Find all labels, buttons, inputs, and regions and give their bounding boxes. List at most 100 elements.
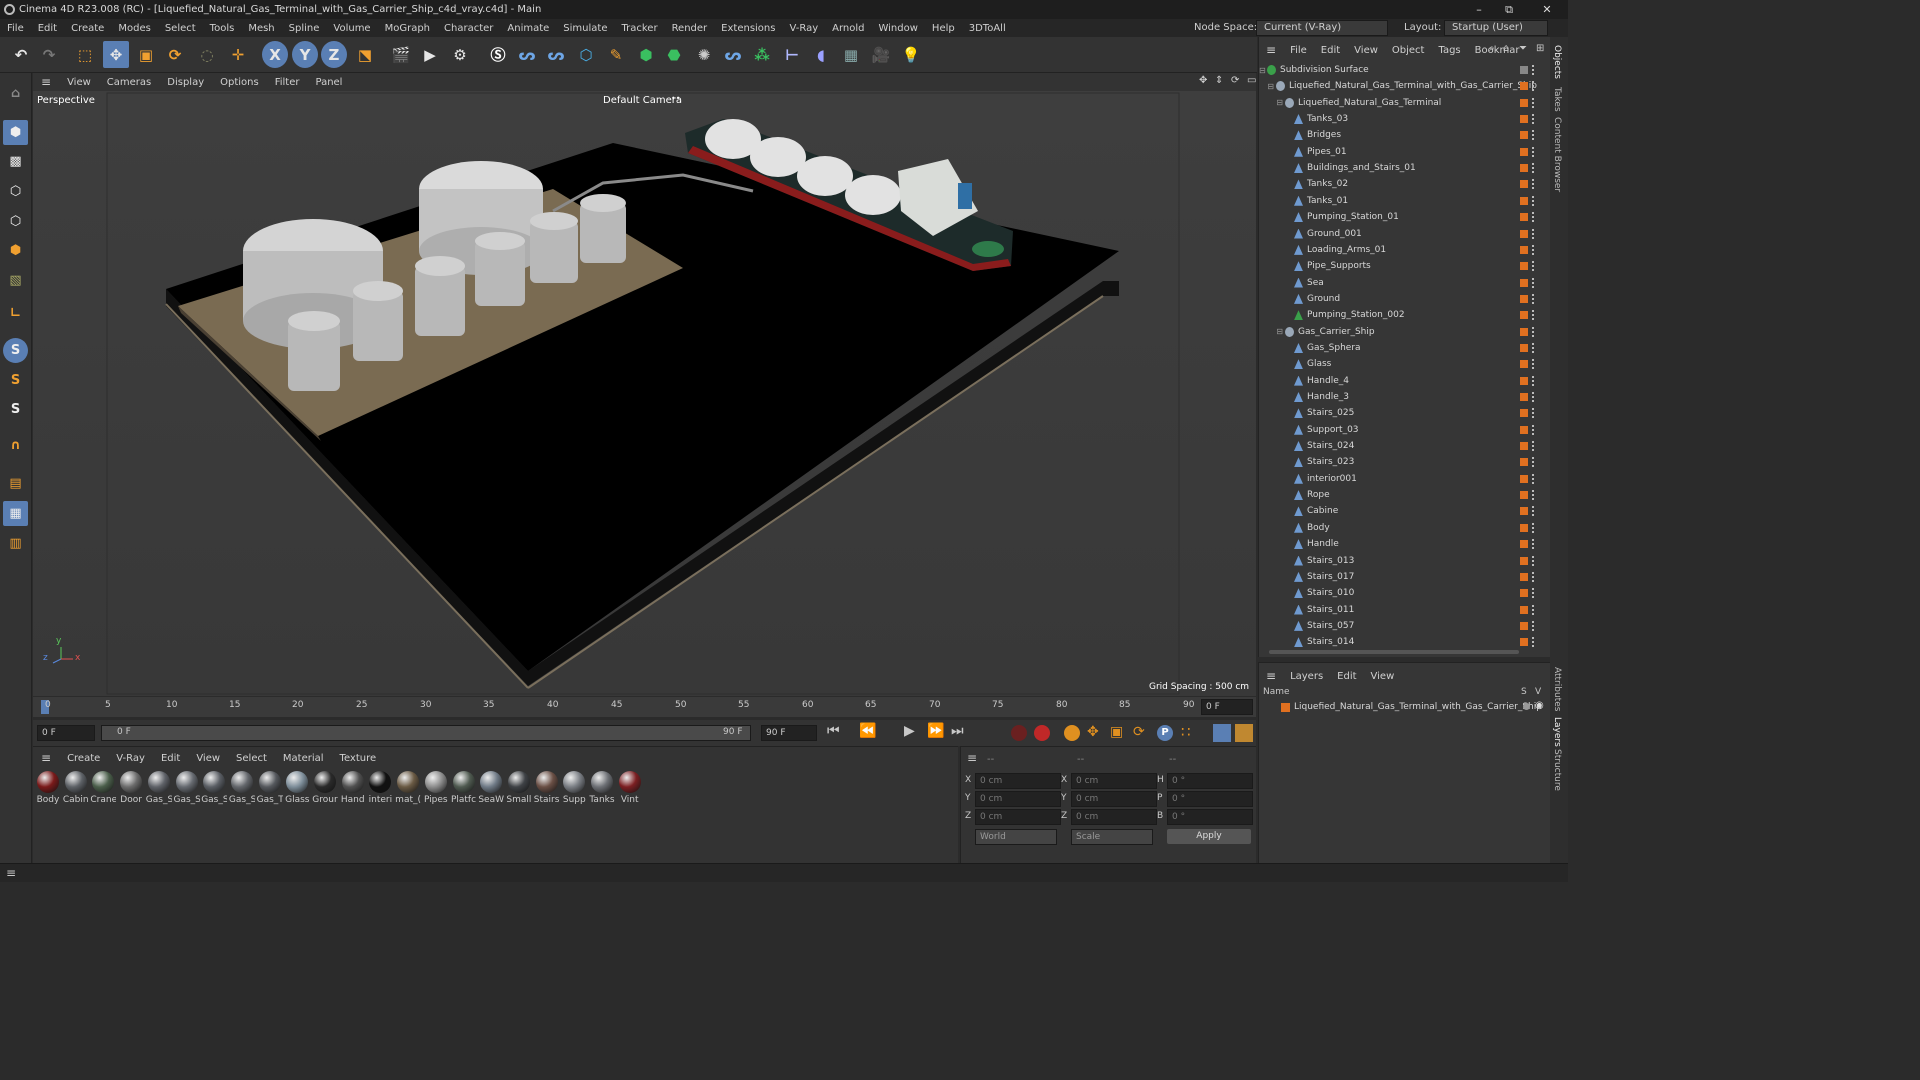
visibility-toggle-icon[interactable]: [1532, 637, 1535, 648]
material-swatch[interactable]: Gas_S: [229, 771, 255, 805]
object-row[interactable]: ⊟ Liquefied_Natural_Gas_Terminal_with_Gas…: [1259, 78, 1537, 94]
coord-rotation-field[interactable]: 0 °: [1167, 791, 1253, 807]
current-frame-field[interactable]: 0 F: [37, 725, 95, 741]
object-home-icon[interactable]: ⌂: [1503, 43, 1509, 54]
menu-create[interactable]: Create: [64, 23, 111, 34]
tab-attributes[interactable]: Attributes: [1552, 667, 1562, 711]
visibility-toggle-icon[interactable]: [1532, 457, 1535, 468]
cube-icon[interactable]: ⬡: [573, 41, 599, 68]
material-tag-icon[interactable]: [1520, 164, 1528, 173]
material-swatch[interactable]: Stairs: [534, 771, 560, 805]
material-swatch[interactable]: Supp: [561, 771, 587, 805]
visibility-toggle-icon[interactable]: [1532, 604, 1535, 615]
menu-extensions[interactable]: Extensions: [714, 23, 782, 34]
camera-toggle-icon[interactable]: ••: [671, 94, 680, 103]
layers-menu-layers[interactable]: Layers: [1283, 671, 1330, 682]
menu-mesh[interactable]: Mesh: [241, 23, 281, 34]
live-selection-icon[interactable]: ⬚: [72, 41, 98, 68]
material-tag-icon[interactable]: [1520, 605, 1528, 614]
timeline-right-frame-field[interactable]: 0 F: [1201, 699, 1253, 715]
visibility-toggle-icon[interactable]: [1532, 571, 1535, 582]
menu-vray[interactable]: V-Ray: [782, 23, 825, 34]
menu-tracker[interactable]: Tracker: [614, 23, 664, 34]
object-row[interactable]: ⊟ Subdivision Surface: [1259, 62, 1537, 78]
material-tag-icon[interactable]: [1520, 262, 1528, 271]
dopesheet-icon[interactable]: [1235, 724, 1253, 742]
rotate-tool-icon[interactable]: ⟳: [162, 41, 188, 68]
material-tag-icon[interactable]: [1520, 474, 1528, 483]
material-tag-icon[interactable]: [1520, 343, 1528, 352]
tree-expander-icon[interactable]: ⊟: [1259, 82, 1276, 91]
material-swatch[interactable]: Gas_S: [146, 771, 172, 805]
object-row[interactable]: interior001: [1259, 471, 1537, 487]
texture-mode-icon[interactable]: ▩: [3, 149, 28, 174]
python-icon-2[interactable]: ᔕ: [543, 41, 569, 68]
material-tag-icon[interactable]: [1520, 229, 1528, 238]
object-row[interactable]: Stairs_025: [1259, 405, 1537, 421]
visibility-toggle-icon[interactable]: [1532, 163, 1535, 174]
material-tag-icon[interactable]: [1520, 507, 1528, 516]
object-row[interactable]: Body: [1259, 520, 1537, 536]
material-swatch[interactable]: Platfc: [451, 771, 477, 805]
material-tag-icon[interactable]: [1520, 458, 1528, 467]
tab-takes[interactable]: Takes: [1552, 87, 1562, 112]
layer-visible-eye-icon[interactable]: ◉: [1535, 700, 1544, 711]
coord-position-field[interactable]: 0 cm: [975, 809, 1061, 825]
object-row[interactable]: ⊟ Liquefied_Natural_Gas_Terminal: [1259, 95, 1537, 111]
menu-3dtoall[interactable]: 3DToAll: [962, 23, 1013, 34]
go-to-end-icon[interactable]: ⏭: [951, 723, 964, 739]
material-tag-icon[interactable]: [1520, 572, 1528, 581]
object-row[interactable]: Glass: [1259, 356, 1537, 372]
object-row[interactable]: Rope: [1259, 487, 1537, 503]
points-mode-icon[interactable]: ⬡: [3, 179, 28, 204]
material-tag-icon[interactable]: [1520, 147, 1528, 156]
autokey-icon[interactable]: [1034, 725, 1050, 741]
python-icon-1[interactable]: ᔕ: [514, 41, 540, 68]
menu-spline[interactable]: Spline: [282, 23, 327, 34]
menu-render[interactable]: Render: [665, 23, 715, 34]
object-row[interactable]: Stairs_010: [1259, 585, 1537, 601]
transform-tool-icon[interactable]: ✛: [225, 41, 251, 68]
menu-tools[interactable]: Tools: [203, 23, 242, 34]
record-motion-icon[interactable]: [1011, 725, 1027, 741]
size-mode-dropdown[interactable]: Scale: [1071, 829, 1153, 845]
material-tag-icon[interactable]: [1520, 376, 1528, 385]
layers-menu-edit[interactable]: Edit: [1330, 671, 1363, 682]
tab-content-browser[interactable]: Content Browser: [1552, 117, 1562, 192]
menu-animate[interactable]: Animate: [500, 23, 556, 34]
snap-icon-2[interactable]: S: [3, 368, 28, 393]
object-row[interactable]: Gas_Sphera: [1259, 340, 1537, 356]
visibility-toggle-icon[interactable]: [1532, 81, 1535, 92]
coord-size-field[interactable]: 0 cm: [1071, 791, 1157, 807]
end-frame-field[interactable]: 90 F: [761, 725, 817, 741]
object-menu-bookmarks[interactable]: Bookmar: [1468, 45, 1527, 56]
snap-icon-3[interactable]: S: [3, 397, 28, 422]
object-new-window-icon[interactable]: ⊞: [1536, 43, 1544, 54]
material-swatch[interactable]: interi: [367, 771, 393, 805]
material-swatch[interactable]: Crane: [90, 771, 116, 805]
menu-modes[interactable]: Modes: [111, 23, 157, 34]
material-swatch[interactable]: Small: [506, 771, 532, 805]
key-pla-icon[interactable]: ∷: [1181, 723, 1191, 741]
material-swatch[interactable]: Gas_S: [174, 771, 200, 805]
material-swatch[interactable]: Hand: [340, 771, 366, 805]
visibility-toggle-icon[interactable]: [1532, 588, 1535, 599]
menu-help[interactable]: Help: [925, 23, 962, 34]
material-tag-icon[interactable]: [1520, 98, 1528, 107]
minimize-button[interactable]: –: [1464, 0, 1494, 19]
object-row[interactable]: Stairs_013: [1259, 553, 1537, 569]
material-tag-icon[interactable]: [1520, 442, 1528, 451]
material-tag-icon[interactable]: [1520, 556, 1528, 565]
menu-select[interactable]: Select: [158, 23, 203, 34]
visibility-toggle-icon[interactable]: [1532, 65, 1535, 75]
z-axis-button[interactable]: Z: [321, 41, 347, 68]
visibility-toggle-icon[interactable]: [1532, 277, 1535, 288]
material-tag-icon[interactable]: [1520, 131, 1528, 140]
uv-mode-icon[interactable]: ▧: [3, 268, 28, 293]
close-button[interactable]: ✕: [1532, 0, 1562, 19]
object-row[interactable]: Handle: [1259, 536, 1537, 552]
object-row[interactable]: Ground: [1259, 291, 1537, 307]
visibility-toggle-icon[interactable]: [1532, 310, 1535, 321]
material-swatch[interactable]: SeaW: [478, 771, 504, 805]
python-icon-3[interactable]: ᔕ: [720, 41, 746, 68]
